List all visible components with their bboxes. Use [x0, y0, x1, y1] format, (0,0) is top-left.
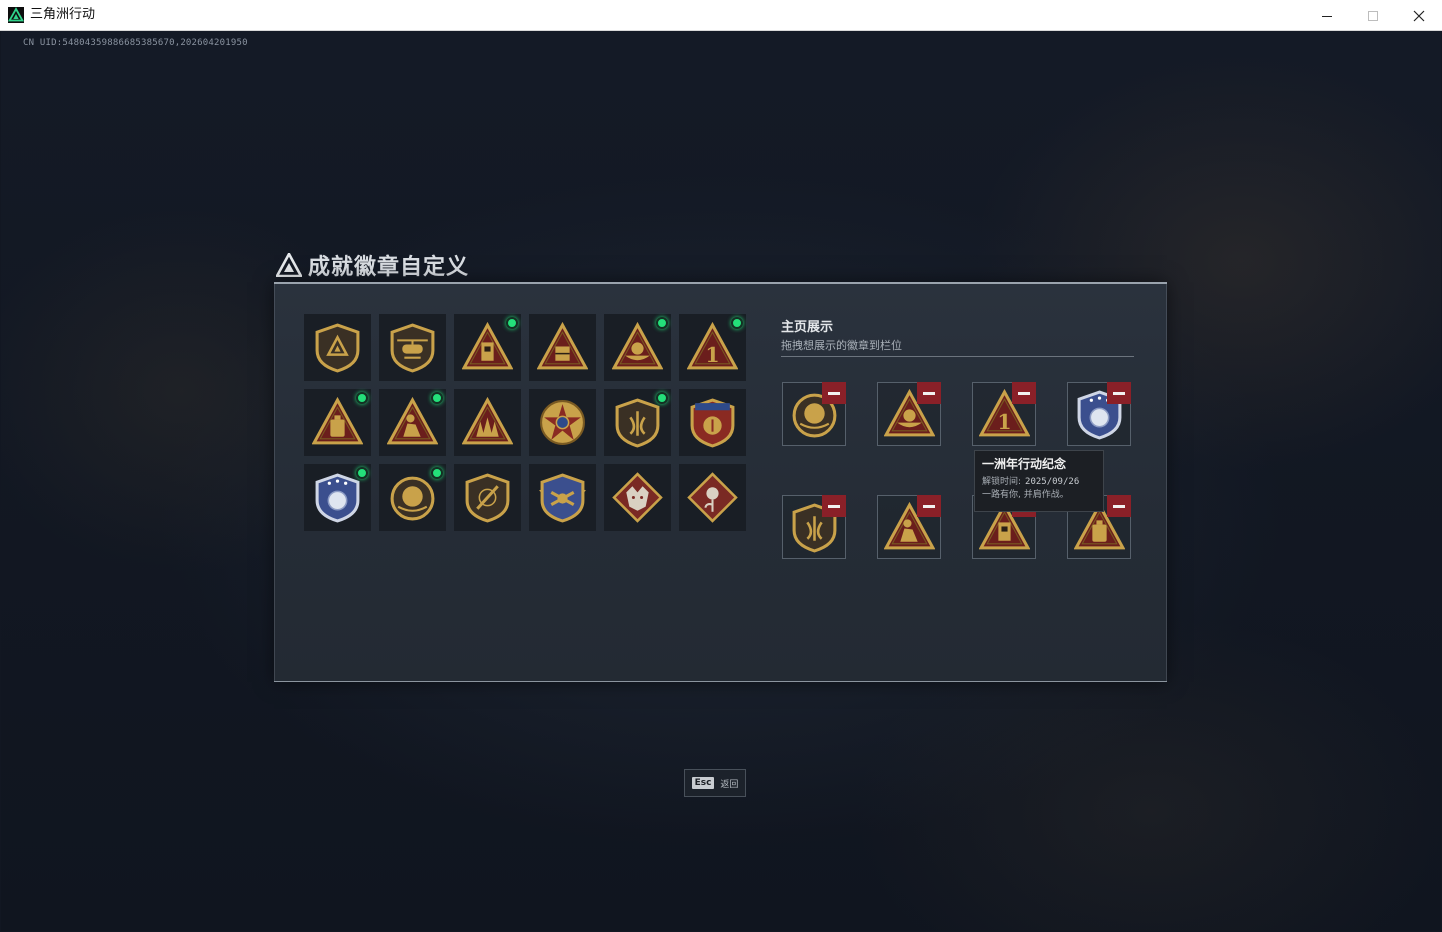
esc-key-hint: Esc — [691, 777, 715, 789]
game-viewport: CN UID:54804359886685385670,202604201950… — [1, 31, 1441, 931]
shield-delta-badge-icon — [315, 323, 360, 373]
winged-shield-badge-icon — [539, 473, 586, 523]
uid-label: CN UID:54804359886685385670,202604201950 — [23, 38, 248, 48]
blue-crest-badge-icon — [315, 473, 360, 523]
badge-cell[interactable] — [604, 389, 671, 456]
triangle-squad-badge-icon — [462, 397, 513, 445]
tooltip-unlock-label: 解锁时间: — [982, 477, 1022, 487]
badge-cell[interactable] — [304, 389, 371, 456]
triangle-tower-badge-icon — [462, 322, 513, 370]
badge-customize-panel: 1 主页展示 拖拽想展示的徽章到栏位 1 一洲年行动纪念 解锁时间: 2025/0… — [274, 282, 1167, 682]
minus-icon — [1113, 391, 1125, 395]
badge-tooltip: 一洲年行动纪念 解锁时间: 2025/09/26 一路有你, 并肩作战。 — [974, 450, 1104, 512]
diamond-rose-badge-icon — [687, 472, 738, 523]
badge-cell[interactable] — [454, 389, 521, 456]
new-badge-indicator — [656, 392, 668, 404]
badge-cell[interactable] — [304, 464, 371, 531]
triangle-crate-badge-icon — [537, 322, 588, 370]
round-helmet-badge-icon — [390, 476, 435, 521]
shield-blade-badge-icon — [465, 473, 510, 523]
remove-badge-button[interactable] — [917, 495, 941, 517]
badge-cell[interactable]: 1 — [679, 314, 746, 381]
maximize-icon — [1368, 10, 1378, 21]
badge-cell[interactable] — [304, 314, 371, 381]
close-button[interactable] — [1396, 0, 1442, 31]
minus-icon — [828, 391, 840, 395]
new-badge-indicator — [431, 392, 443, 404]
badge-collection-grid: 1 — [304, 314, 754, 534]
showcase-slot[interactable] — [877, 382, 941, 446]
page-title: 成就徽章自定义 — [308, 255, 470, 280]
diamond-wolf-badge-icon — [612, 472, 663, 523]
close-icon — [1413, 10, 1425, 21]
back-button[interactable]: Esc 返回 — [684, 769, 746, 797]
badge-cell[interactable] — [604, 464, 671, 531]
minus-icon — [923, 391, 935, 395]
minus-icon — [1018, 391, 1030, 395]
remove-badge-button[interactable] — [822, 495, 846, 517]
badge-cell[interactable] — [454, 314, 521, 381]
badge-cell[interactable] — [529, 389, 596, 456]
showcase-slot[interactable] — [782, 495, 846, 559]
minus-icon — [828, 504, 840, 508]
delta-logo-icon — [276, 253, 302, 277]
minimize-button[interactable] — [1304, 0, 1350, 31]
triangle-boat-badge-icon — [612, 322, 663, 370]
minus-icon — [1113, 504, 1125, 508]
remove-badge-button[interactable] — [1107, 495, 1131, 517]
showcase-slot[interactable]: 1 — [972, 382, 1036, 446]
remove-badge-button[interactable] — [822, 382, 846, 404]
showcase-slot[interactable] — [782, 382, 846, 446]
new-badge-indicator — [356, 392, 368, 404]
page-heading: 成就徽章自定义 — [276, 250, 469, 280]
badge-cell[interactable] — [379, 464, 446, 531]
helicopter-badge-icon — [390, 323, 435, 373]
badge-cell[interactable] — [679, 389, 746, 456]
new-badge-indicator — [431, 467, 443, 479]
badge-cell[interactable] — [529, 464, 596, 531]
showcase-header: 主页展示 拖拽想展示的徽章到栏位 — [781, 316, 1134, 357]
new-badge-indicator — [731, 317, 743, 329]
tooltip-title: 一洲年行动纪念 — [982, 457, 1067, 471]
badge-cell[interactable] — [604, 314, 671, 381]
star-emblem-badge-icon — [540, 400, 585, 445]
minimize-icon — [1322, 15, 1332, 17]
showcase-slot[interactable] — [877, 495, 941, 559]
remove-badge-button[interactable] — [1012, 382, 1036, 404]
shield-wing-badge-icon — [615, 398, 660, 448]
window-titlebar: 三角洲行动 — [0, 0, 1442, 31]
new-badge-indicator — [356, 467, 368, 479]
triangle-canister-badge-icon — [312, 397, 363, 445]
badge-cell[interactable] — [529, 314, 596, 381]
back-label: 返回 — [720, 779, 739, 790]
remove-badge-button[interactable] — [1107, 382, 1131, 404]
showcase-title: 主页展示 — [781, 320, 834, 335]
window-title: 三角洲行动 — [30, 7, 96, 22]
badge-cell[interactable] — [679, 464, 746, 531]
tooltip-description: 一路有你, 并肩作战。 — [982, 490, 1069, 500]
minus-icon — [923, 504, 935, 508]
tooltip-unlock-date: 2025/09/26 — [1025, 477, 1080, 487]
new-badge-indicator — [506, 317, 518, 329]
triangle-soldier-badge-icon — [387, 397, 438, 445]
badge-cell[interactable] — [454, 464, 521, 531]
badge-cell[interactable] — [379, 314, 446, 381]
stars-crest-badge-icon — [690, 398, 735, 448]
triangle-number-one-badge-icon: 1 — [687, 322, 738, 370]
svg-text:1: 1 — [997, 410, 1011, 434]
remove-badge-button[interactable] — [917, 382, 941, 404]
showcase-slot[interactable] — [1067, 382, 1131, 446]
showcase-subtitle: 拖拽想展示的徽章到栏位 — [781, 339, 902, 352]
app-logo-icon — [8, 7, 24, 23]
showcase-divider — [781, 356, 1134, 357]
badge-cell[interactable] — [379, 389, 446, 456]
new-badge-indicator — [656, 317, 668, 329]
svg-text:1: 1 — [705, 343, 719, 367]
maximize-button[interactable] — [1350, 0, 1396, 31]
